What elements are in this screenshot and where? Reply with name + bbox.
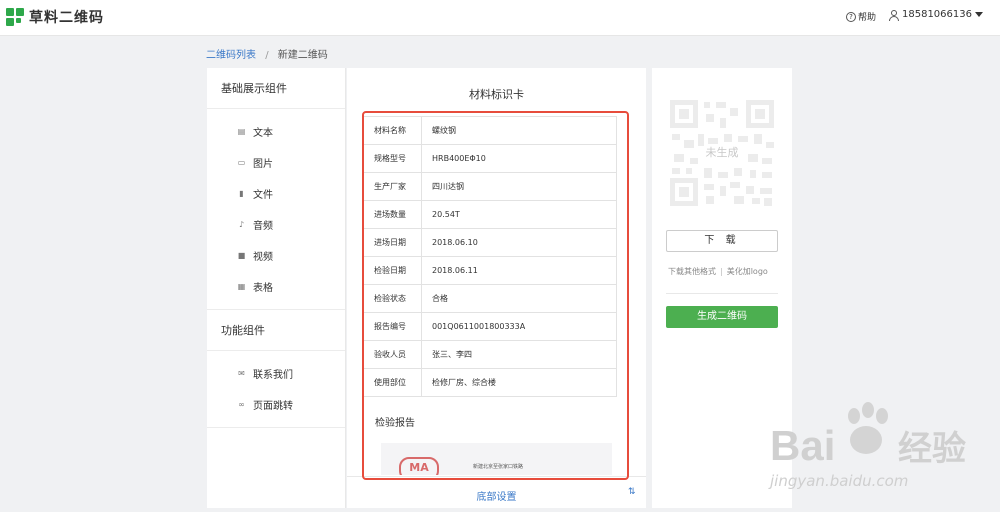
table-cell-key: 材料名称 [363,116,422,145]
app-name: 草料二维码 [29,10,104,26]
table-cell-key: 进场日期 [363,228,422,257]
divider [666,293,778,294]
user-phone: 18581066136 [902,9,972,20]
sidebar-group-title-function: 功能组件 [207,310,345,351]
sort-arrows-icon[interactable]: ⇅ [628,487,636,497]
file-text-icon: ▤ [237,127,246,136]
sidebar-item-label: 联系我们 [253,370,293,381]
qr-content-editor[interactable]: 材料标识卡 材料名称 螺纹钢 规格型号 HRB400EΦ10 生产厂家 四川达钢 进场… [347,68,646,508]
table-cell-value: 四川达钢 [421,172,617,201]
sidebar-item-label: 页面跳转 [253,401,293,412]
inspection-report-image[interactable]: MA 新建北京至张家口铁路 [381,443,612,475]
bottom-settings-bar[interactable]: 底部设置 ⇅ [347,476,646,508]
sidebar-item-label: 视频 [253,252,273,263]
table-row: 使用部位 检修厂房、综合楼 [363,368,617,397]
download-other-formats-link[interactable]: 下载其他格式 [668,267,716,276]
report-header-text: 新建北京至张家口铁路 [473,464,524,470]
sidebar-item-video[interactable]: ■ 视频 [207,240,345,271]
table-row: 检验日期 2018.06.11 [363,256,617,285]
sidebar-item-label: 表格 [253,283,273,294]
table-row: 检验状态 合格 [363,284,617,313]
sidebar-item-label: 文本 [253,128,273,139]
qr-not-generated-label: 未生成 [705,146,739,159]
component-sidebar: 基础展示组件 ▤ 文本 ▭ 图片 ▮ 文件 ♪ 音频 ■ 视频 ▦ 表格 功能组… [207,68,346,508]
watermark-url: jingyan.baidu.com [770,472,909,490]
sidebar-item-contact[interactable]: ✉ 联系我们 [207,358,345,389]
user-icon [889,9,899,21]
sidebar-group-title-basic: 基础展示组件 [207,68,345,109]
table-cell-key: 使用部位 [363,368,422,397]
table-cell-value: 合格 [421,284,617,313]
video-camera-icon: ■ [237,251,246,260]
table-cell-value: 张三、李四 [421,340,617,369]
table-cell-value: 螺纹钢 [421,116,617,145]
baidu-jingyan-watermark: Bai 经验 jingyan.baidu.com [770,400,995,505]
sidebar-item-page-redirect[interactable]: ∞ 页面跳转 [207,389,345,420]
download-button[interactable]: 下 载 [666,230,778,252]
sidebar-item-text[interactable]: ▤ 文本 [207,116,345,147]
file-icon: ▮ [239,189,244,198]
table-row: 进场日期 2018.06.10 [363,228,617,257]
sidebar-item-table[interactable]: ▦ 表格 [207,271,345,302]
table-cell-value: 2018.06.10 [421,228,617,257]
qr-code-placeholder: 未生成 [668,98,776,208]
logo-icon [6,8,24,26]
table-cell-key: 进场数量 [363,200,422,229]
table-cell-value: 001Q0611001800333A [421,312,617,341]
baidu-paw-logo-icon: Bai 经验 [770,402,966,469]
table-row: 材料名称 螺纹钢 [363,116,617,145]
table-cell-value: 20.54T [421,200,617,229]
help-icon: ? [846,11,856,22]
report-section-title: 检验报告 [375,418,415,429]
table-cell-key: 规格型号 [363,144,422,173]
microphone-icon: ♪ [238,220,245,229]
app-logo[interactable]: 草料二维码 [6,7,104,27]
svg-text:Bai: Bai [770,422,835,469]
user-menu[interactable]: 18581066136 [889,9,983,21]
help-label: 帮助 [858,13,877,23]
sidebar-item-label: 文件 [253,190,273,201]
breadcrumb: 二维码列表 / 新建二维码 [206,46,328,61]
chevron-down-icon [975,12,983,17]
beautify-logo-link[interactable]: 美化加logo [727,267,768,276]
sidebar-item-image[interactable]: ▭ 图片 [207,147,345,178]
sidebar-item-label: 图片 [253,159,273,170]
table-row: 规格型号 HRB400EΦ10 [363,144,617,173]
download-options: 下载其他格式 | 美化加logo [668,266,768,277]
breadcrumb-qr-list-link[interactable]: 二维码列表 [206,50,256,61]
breadcrumb-current: 新建二维码 [277,50,328,61]
table-row: 验收人员 张三、李四 [363,340,617,369]
card-title[interactable]: 材料标识卡 [347,86,646,102]
breadcrumb-separator: / [265,50,269,61]
table-row: 报告编号 001Q0611001800333A [363,312,617,341]
table-cell-key: 验收人员 [363,340,422,369]
sidebar-item-label: 音频 [253,221,273,232]
top-bar: 草料二维码 ? 帮助 18581066136 [0,0,1000,36]
table-icon: ▦ [237,282,246,291]
link-icon: ∞ [238,400,245,409]
link-separator: | [720,267,723,276]
table-cell-key: 检验状态 [363,284,422,313]
table-cell-key: 检验日期 [363,256,422,285]
table-row: 进场数量 20.54T [363,200,617,229]
table-cell-value: 检修厂房、综合楼 [421,368,617,397]
image-icon: ▭ [237,158,246,167]
table-cell-key: 报告编号 [363,312,422,341]
table-cell-key: 生产厂家 [363,172,422,201]
table-cell-value: HRB400EΦ10 [421,144,617,173]
bottom-settings-label[interactable]: 底部设置 [347,488,646,503]
table-cell-value: 2018.06.11 [421,256,617,285]
sidebar-item-audio[interactable]: ♪ 音频 [207,209,345,240]
table-row: 生产厂家 四川达钢 [363,172,617,201]
help-link[interactable]: ? 帮助 [846,10,876,23]
svg-text:经验: 经验 [898,429,966,468]
report-stamp: MA [399,457,439,475]
envelope-icon: ✉ [238,369,245,378]
material-info-table[interactable]: 材料名称 螺纹钢 规格型号 HRB400EΦ10 生产厂家 四川达钢 进场数量 20.5… [363,116,617,397]
generate-qr-button[interactable]: 生成二维码 [666,306,778,328]
sidebar-item-file[interactable]: ▮ 文件 [207,178,345,209]
